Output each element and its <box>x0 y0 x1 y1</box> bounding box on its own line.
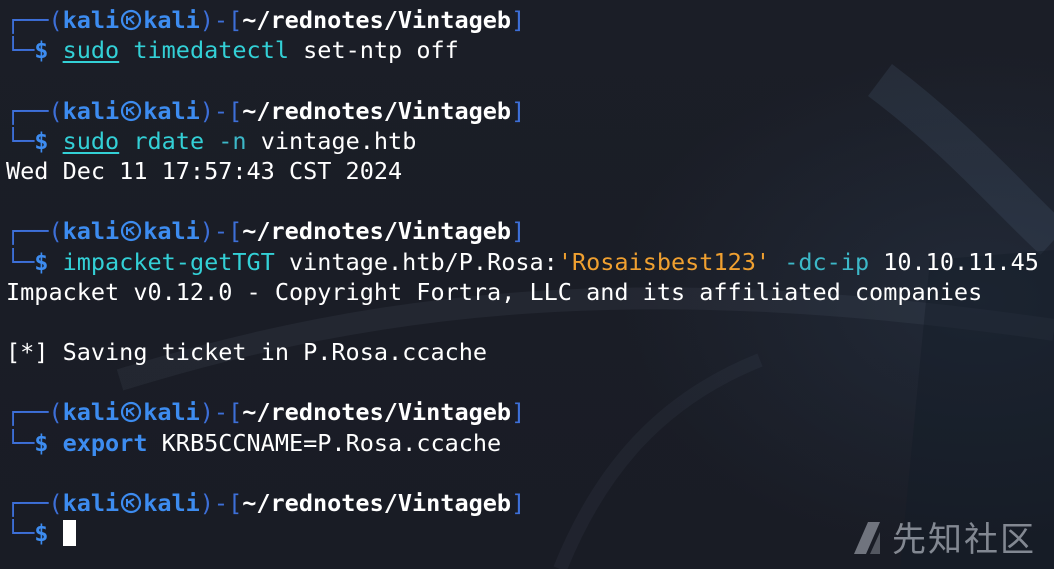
command-name: timedatectl <box>133 36 289 65</box>
command-flag: -n <box>218 126 247 155</box>
prompt-frame-top: ┌──( <box>6 217 63 246</box>
command-prefix: sudo <box>62 36 120 65</box>
prompt-frame-bottom: └─ <box>6 126 35 155</box>
prompt-host: kali <box>143 96 200 125</box>
text-cursor[interactable] <box>62 520 76 547</box>
watermark-text: 先知社区 <box>892 520 1036 560</box>
prompt-line: ┌──(kali kali)-[~/rednotes/Vintageb] <box>6 397 1054 427</box>
kali-skull-icon <box>121 9 142 31</box>
command-args: set-ntp off <box>289 36 459 65</box>
prompt-dollar: $ <box>34 247 49 276</box>
kali-skull-icon <box>121 492 142 514</box>
command-string-arg: 'Rosaisbest123' <box>557 247 771 276</box>
prompt-user: kali <box>62 96 120 125</box>
prompt-close: ] <box>511 489 526 517</box>
kali-skull-icon <box>121 100 142 121</box>
prompt-path: ~/rednotes/Vintageb <box>242 489 512 517</box>
prompt-frame-top: ┌──( <box>6 489 63 517</box>
prompt-line: ┌──(kali kali)-[~/rednotes/Vintageb] <box>6 216 1054 246</box>
prompt-close: ] <box>511 398 526 427</box>
output-line: [*] Saving ticket in P.Rosa.ccache <box>6 338 488 367</box>
prompt-user: kali <box>62 489 120 517</box>
output-line: Wed Dec 11 17:57:43 CST 2024 <box>6 156 403 185</box>
prompt-path: ~/rednotes/Vintageb <box>242 398 512 427</box>
command-line[interactable]: └─$ sudo rdate -n vintage.htb <box>6 126 1054 156</box>
prompt-frame-top: ┌──( <box>6 398 63 427</box>
prompt-sep: )-[ <box>199 96 243 125</box>
prompt-path: ~/rednotes/Vintageb <box>242 96 512 125</box>
prompt-close: ] <box>511 6 526 34</box>
kali-skull-icon <box>121 402 142 423</box>
command-prefix: sudo <box>62 126 120 155</box>
prompt-host: kali <box>143 6 200 34</box>
command-name: export <box>62 428 148 457</box>
prompt-user: kali <box>62 6 120 34</box>
prompt-frame-top: ┌──( <box>6 6 63 34</box>
prompt-sep: )-[ <box>199 489 243 517</box>
prompt-frame-bottom: └─ <box>6 247 35 276</box>
prompt-frame-top: ┌──( <box>6 96 63 125</box>
command-args: KRB5CCNAME=P.Rosa.ccache <box>147 428 502 457</box>
command-args: vintage.htb <box>246 126 417 155</box>
command-name: impacket-getTGT <box>62 247 275 276</box>
prompt-host: kali <box>143 217 200 246</box>
command-line[interactable]: └─$ sudo timedatectl set-ntp off <box>6 35 1054 65</box>
prompt-host: kali <box>143 398 200 427</box>
xianzhi-logo-icon <box>854 521 880 554</box>
prompt-frame-bottom: └─ <box>6 36 35 65</box>
prompt-dollar: $ <box>34 519 49 548</box>
prompt-user: kali <box>62 217 120 246</box>
prompt-path: ~/rednotes/Vintageb <box>242 6 512 34</box>
prompt-close: ] <box>511 217 526 246</box>
command-args: 10.10.11.45 <box>869 247 1039 276</box>
command-name: rdate <box>133 126 205 155</box>
prompt-dollar: $ <box>34 428 49 457</box>
output-line: Impacket v0.12.0 - Copyright Fortra, LLC… <box>6 277 983 306</box>
prompt-frame-bottom: └─ <box>6 519 35 548</box>
prompt-path: ~/rednotes/Vintageb <box>242 217 512 246</box>
terminal-content: ┌──(kali kali)-[~/rednotes/Vintageb] └─$ … <box>6 5 1054 548</box>
prompt-dollar: $ <box>34 36 49 65</box>
prompt-line: ┌──(kali kali)-[~/rednotes/Vintageb] <box>6 5 1054 35</box>
kali-skull-icon <box>121 221 142 242</box>
command-flag: -dc-ip <box>784 247 870 276</box>
prompt-host: kali <box>143 489 200 517</box>
terminal-window[interactable]: ┌──(kali kali)-[~/rednotes/Vintageb] └─$ … <box>0 0 1054 569</box>
command-line[interactable]: └─$ impacket-getTGT vintage.htb/P.Rosa:'… <box>6 247 1054 277</box>
prompt-frame-bottom: └─ <box>6 428 35 457</box>
prompt-sep: )-[ <box>199 217 243 246</box>
prompt-close: ] <box>511 96 526 125</box>
prompt-sep: )-[ <box>199 6 243 34</box>
prompt-user: kali <box>62 398 120 427</box>
prompt-dollar: $ <box>34 126 49 155</box>
prompt-sep: )-[ <box>199 398 243 427</box>
prompt-line: ┌──(kali kali)-[~/rednotes/Vintageb] <box>6 96 1054 126</box>
watermark: 先知社区 <box>850 512 1036 561</box>
command-line[interactable]: └─$ export KRB5CCNAME=P.Rosa.ccache <box>6 428 1054 458</box>
command-args: vintage.htb/P.Rosa: <box>274 247 558 276</box>
